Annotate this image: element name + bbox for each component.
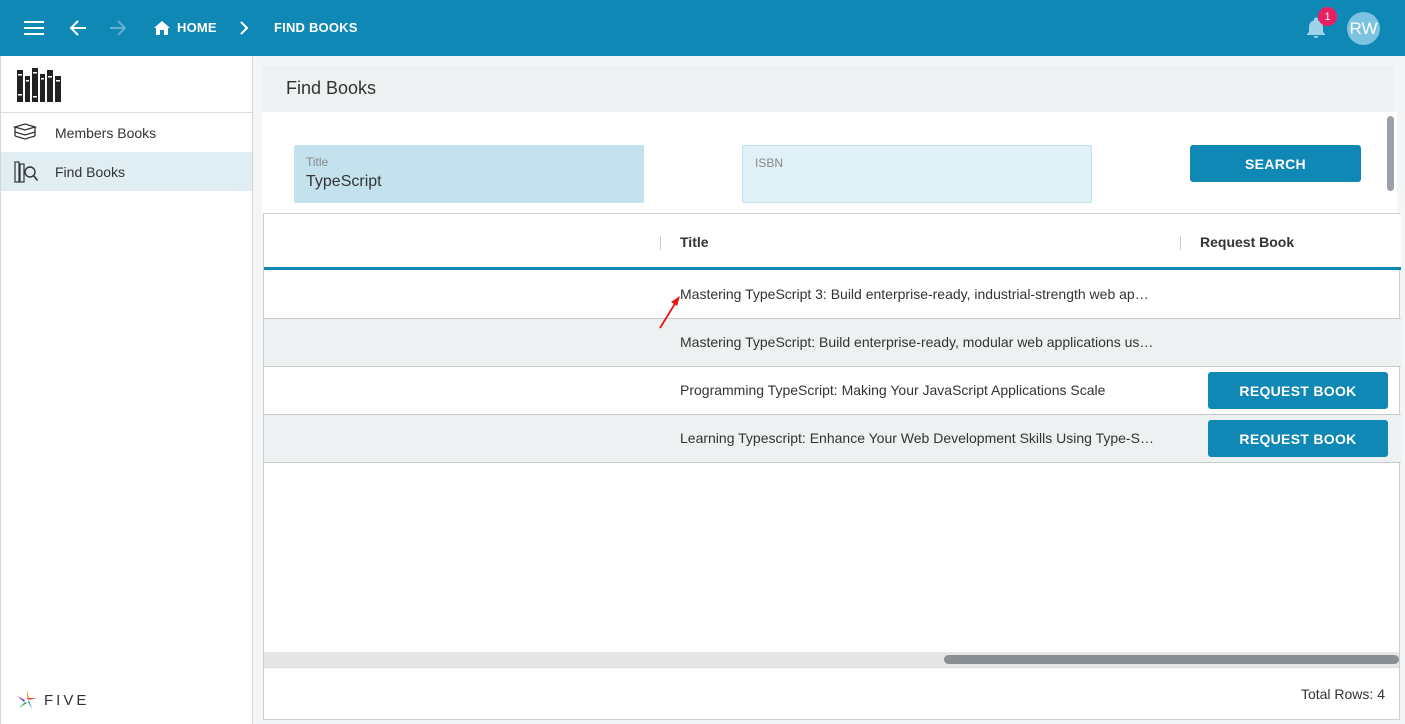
book-search-icon [13, 160, 41, 184]
sidebar-item-label: Members Books [55, 124, 157, 141]
column-header-title[interactable]: Title [680, 234, 709, 250]
sidebar-item-find-books[interactable]: Find Books [1, 152, 252, 191]
library-logo-icon [17, 68, 61, 102]
avatar[interactable]: RW [1347, 12, 1380, 45]
chevron-right-icon [230, 14, 258, 42]
request-book-button[interactable]: REQUEST BOOK [1208, 420, 1388, 457]
breadcrumb-home[interactable]: HOME [177, 20, 217, 35]
search-button[interactable]: SEARCH [1190, 145, 1361, 182]
title-field[interactable]: Title [294, 145, 644, 203]
books-stack-icon [13, 121, 41, 145]
table-row[interactable]: Programming TypeScript: Making Your Java… [264, 367, 1401, 415]
isbn-input[interactable] [755, 174, 1075, 192]
table-footer: Total Rows: 4 [264, 667, 1399, 719]
annotation-arrow-icon [659, 296, 680, 329]
page-title: Find Books [286, 78, 377, 98]
horizontal-scrollbar[interactable] [264, 652, 1399, 667]
isbn-field-label: ISBN [755, 156, 784, 170]
isbn-field[interactable]: ISBN [742, 145, 1092, 203]
notification-badge: 1 [1318, 7, 1337, 26]
five-logo-icon [17, 690, 37, 709]
page-header: Find Books [262, 65, 1393, 112]
sidebar: Members Books Find Books FIVE [0, 56, 253, 724]
row-title: Mastering TypeScript: Build enterprise-r… [680, 334, 1154, 350]
row-title: Learning Typescript: Enhance Your Web De… [680, 430, 1160, 446]
menu-icon[interactable] [20, 14, 48, 42]
vertical-scrollbar[interactable] [1385, 112, 1397, 213]
sidebar-item-label: Find Books [55, 163, 126, 180]
sidebar-item-members-books[interactable]: Members Books [1, 113, 252, 152]
row-title: Programming TypeScript: Making Your Java… [680, 382, 1106, 398]
results-table: Title Request Book Mastering TypeScript … [263, 213, 1401, 720]
top-app-bar: HOME FIND BOOKS 1 RW [0, 0, 1405, 56]
five-brand-text: FIVE [44, 691, 90, 709]
main-content: Find Books Title ISBN SEARCH Title Reque… [253, 56, 1405, 724]
table-header: Title Request Book [264, 214, 1401, 270]
home-icon[interactable] [148, 14, 176, 42]
column-header-request-book[interactable]: Request Book [1200, 234, 1294, 250]
title-field-label: Title [306, 155, 329, 169]
table-row[interactable]: Learning Typescript: Enhance Your Web De… [264, 415, 1401, 463]
search-form: Title ISBN SEARCH [262, 112, 1385, 213]
row-title: Mastering TypeScript 3: Build enterprise… [680, 286, 1149, 302]
five-brand: FIVE [15, 688, 89, 712]
app-logo [1, 56, 252, 113]
table-row[interactable]: Mastering TypeScript: Build enterprise-r… [264, 319, 1401, 367]
back-arrow-icon[interactable] [64, 14, 92, 42]
forward-arrow-icon[interactable] [104, 14, 132, 42]
table-row[interactable]: Mastering TypeScript 3: Build enterprise… [264, 271, 1401, 319]
title-input[interactable] [306, 173, 626, 191]
breadcrumb-current: FIND BOOKS [274, 20, 358, 35]
total-rows: Total Rows: 4 [1300, 686, 1385, 702]
request-book-button[interactable]: REQUEST BOOK [1208, 372, 1388, 409]
